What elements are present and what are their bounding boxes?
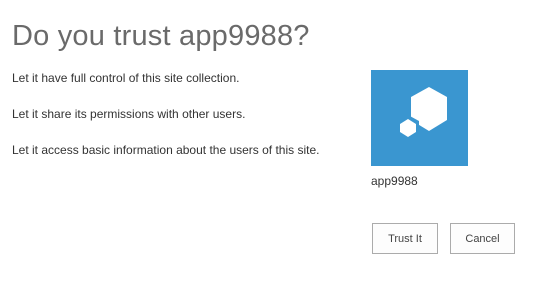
cancel-button[interactable]: Cancel [450, 223, 515, 254]
permission-item-share-permissions: Let it share its permissions with other … [12, 107, 246, 121]
permission-item-full-control: Let it have full control of this site co… [12, 71, 240, 85]
permission-item-user-info: Let it access basic information about th… [12, 143, 320, 157]
app-hexagon-icon [371, 70, 468, 166]
app-tile [371, 70, 468, 166]
trust-it-button[interactable]: Trust It [372, 223, 438, 254]
app-name-label: app9988 [371, 174, 418, 188]
permissions-list: Let it have full control of this site co… [12, 70, 362, 178]
trust-app-dialog: Do you trust app9988? Let it have full c… [0, 0, 560, 287]
dialog-title: Do you trust app9988? [12, 20, 310, 52]
